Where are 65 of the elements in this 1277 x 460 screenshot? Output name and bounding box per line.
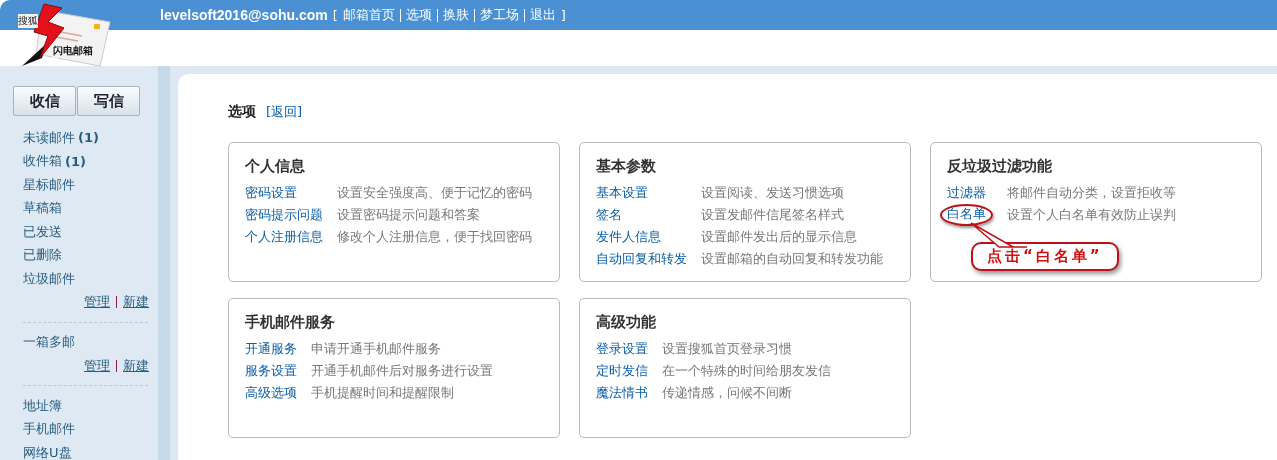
bracket: ] xyxy=(560,7,566,23)
folder-link[interactable]: 草稿箱 xyxy=(23,199,62,218)
setting-link[interactable]: 基本设置 xyxy=(596,182,687,204)
logo-brand: 搜狐 xyxy=(18,14,38,28)
card-title: 高级功能 xyxy=(596,313,657,332)
folder-link[interactable]: 一箱多邮 xyxy=(23,333,75,352)
header-link[interactable]: 梦工场 xyxy=(479,6,519,24)
setting-link[interactable]: 密码设置 xyxy=(245,182,323,204)
setting-link[interactable]: 服务设置 xyxy=(245,360,297,382)
setting-link[interactable]: 密码提示问题 xyxy=(245,204,323,226)
back-link[interactable]: [返回] xyxy=(266,103,303,121)
setting-description: 设置邮箱的自动回复和转发功能 xyxy=(701,250,884,268)
unread-count: (1) xyxy=(65,153,86,169)
mail-button[interactable]: 收信 xyxy=(13,86,76,116)
setting-link[interactable]: 签名 xyxy=(596,204,687,226)
setting-description: 设置搜狐首页登录习惯 xyxy=(662,340,793,358)
folder-link[interactable]: 收件箱 xyxy=(23,152,62,171)
page-title: 选项 xyxy=(228,103,256,121)
header-link[interactable]: 换肤 xyxy=(442,6,469,24)
card-title: 反垃圾过滤功能 xyxy=(947,157,1053,176)
setting-description: 设置个人白名单有效防止误判 xyxy=(1007,206,1177,224)
folder-link[interactable]: 垃圾邮件 xyxy=(23,269,75,288)
setting-description: 修改个人注册信息，便于找回密码 xyxy=(337,228,533,246)
setting-description: 申请开通手机邮件服务 xyxy=(311,340,442,358)
setting-description: 在一个特殊的时间给朋友发信 xyxy=(662,362,832,380)
setting-description: 传递情感，问候不间断 xyxy=(662,384,793,402)
setting-description: 手机提醒时间和提醒限制 xyxy=(311,384,455,402)
folder-link[interactable]: 网络U盘 xyxy=(23,443,72,460)
account-email: levelsoft2016@sohu.com xyxy=(160,7,328,23)
setting-link[interactable]: 开通服务 xyxy=(245,338,297,360)
logo-product: 闪电邮箱 xyxy=(52,44,94,58)
header-link[interactable]: 邮箱首页 xyxy=(342,6,395,24)
setting-link[interactable]: 发件人信息 xyxy=(596,226,687,248)
manage-link[interactable]: 管理 xyxy=(84,293,110,311)
header-link[interactable]: 选项 xyxy=(405,6,432,24)
setting-link[interactable]: 个人注册信息 xyxy=(245,226,323,248)
unread-count: (1) xyxy=(78,130,99,146)
folder-link[interactable]: 地址簿 xyxy=(23,396,62,415)
setting-link[interactable]: 登录设置 xyxy=(596,338,648,360)
setting-description: 设置阅读、发送习惯选项 xyxy=(701,184,845,202)
card-title: 基本参数 xyxy=(596,157,657,176)
folder-link[interactable]: 星标邮件 xyxy=(23,175,75,194)
card-title: 个人信息 xyxy=(245,157,306,176)
setting-link[interactable]: 高级选项 xyxy=(245,382,297,404)
folder-link[interactable]: 已发送 xyxy=(23,222,62,241)
setting-description: 设置安全强度高、便于记忆的密码 xyxy=(337,184,533,202)
bracket: [ xyxy=(332,7,338,23)
manage-link[interactable]: 新建 xyxy=(123,293,149,311)
mail-button[interactable]: 写信 xyxy=(77,86,140,116)
setting-description: 设置发邮件信尾签名样式 xyxy=(701,206,845,224)
folder-link[interactable]: 已删除 xyxy=(23,246,62,265)
setting-description: 将邮件自动分类，设置拒收等 xyxy=(1007,184,1177,202)
setting-description: 设置邮件发出后的显示信息 xyxy=(701,228,858,246)
folder-link[interactable]: 手机邮件 xyxy=(23,420,75,439)
setting-link[interactable]: 定时发信 xyxy=(596,360,648,382)
setting-link[interactable]: 魔法情书 xyxy=(596,382,648,404)
manage-link[interactable]: 管理 xyxy=(84,356,110,375)
header-link[interactable]: 退出 xyxy=(529,6,556,24)
card-title: 手机邮件服务 xyxy=(245,313,336,332)
folder-link[interactable]: 未读邮件 xyxy=(23,128,75,147)
setting-description: 设置密码提示问题和答案 xyxy=(337,206,481,224)
setting-description: 开通手机邮件后对服务进行设置 xyxy=(311,362,494,380)
setting-link[interactable]: 过滤器 xyxy=(947,182,993,204)
manage-link[interactable]: 新建 xyxy=(123,356,149,375)
setting-link[interactable]: 自动回复和转发 xyxy=(596,248,687,270)
